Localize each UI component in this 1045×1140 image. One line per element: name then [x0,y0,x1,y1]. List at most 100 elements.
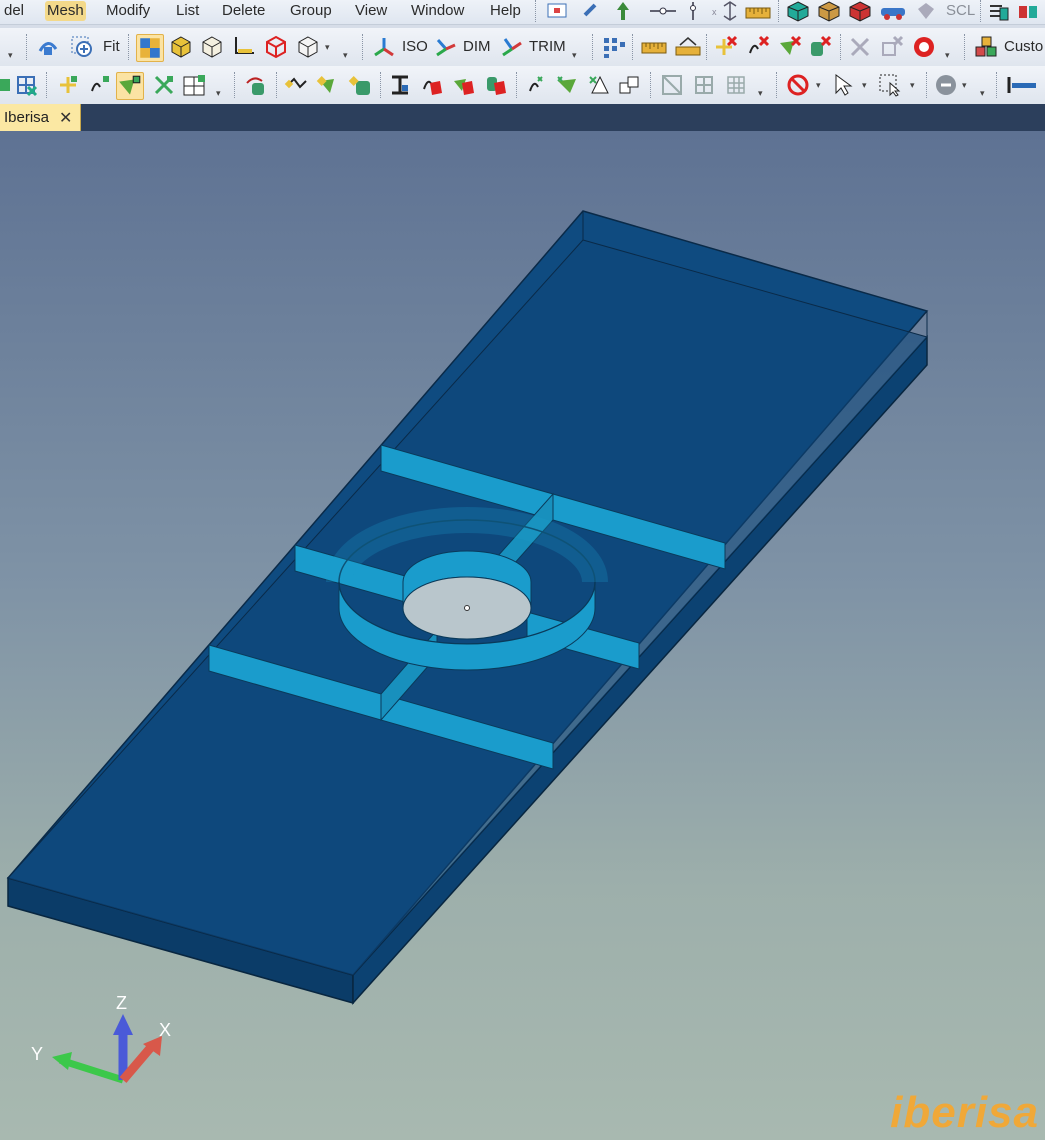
chevron-down-icon[interactable]: ▾ [758,88,768,98]
arrow-up-icon[interactable] [612,0,634,22]
cube-outline-icon[interactable] [200,35,224,59]
menu-window[interactable]: Window [409,1,466,21]
ruler-icon[interactable] [744,0,772,22]
rotate-view-icon[interactable] [36,35,60,59]
trim-label[interactable]: TRIM [529,38,566,55]
document-tab-strip: Iberisa ✕ [0,104,1045,131]
gray-solid-icon[interactable] [914,0,938,22]
chevron-down-icon[interactable]: ▾ [572,50,582,60]
menu-help[interactable]: Help [488,1,523,21]
custom-cubes-icon[interactable] [974,35,998,59]
chevron-down-icon[interactable]: ▾ [816,80,826,90]
screen-icon[interactable] [546,0,568,22]
gray-close-circle-icon[interactable] [934,73,958,97]
delete-solid-icon[interactable] [808,35,832,59]
separator [926,72,929,98]
dim-axes-icon[interactable] [434,35,458,59]
surface-active-icon[interactable] [116,72,144,100]
zoom-fit-icon[interactable] [70,35,94,59]
cylinders-icon[interactable] [1016,0,1040,22]
menu-model[interactable]: del [2,1,26,21]
curve-yellow-points-icon[interactable] [284,73,308,97]
surface-yellow-icon[interactable] [316,73,340,97]
car-icon[interactable] [878,0,908,22]
chevron-down-icon[interactable]: ▾ [962,80,972,90]
curve-red-solid-icon[interactable] [420,73,444,97]
stop-icon[interactable] [912,35,936,59]
layers-icon[interactable] [986,0,1010,22]
delete-curve-icon[interactable] [746,35,770,59]
delete-point-icon[interactable] [714,35,738,59]
dim-label[interactable]: DIM [463,38,491,55]
gray-square-icon[interactable] [660,73,684,97]
delete-surface-icon[interactable] [778,35,802,59]
chevron-down-icon[interactable]: ▾ [910,80,920,90]
extrude-solid-icon[interactable] [244,73,268,97]
select-box-icon[interactable] [878,73,902,97]
point-yellow-icon[interactable] [56,73,80,97]
separator [650,72,653,98]
separator [535,0,538,22]
surface-split-icon[interactable] [556,73,580,97]
chevron-down-icon[interactable]: ▾ [343,50,353,60]
separator [776,72,779,98]
menu-mesh[interactable]: Mesh [45,1,86,21]
grid-points-icon[interactable] [602,35,626,59]
cubes-stack-icon[interactable] [618,73,642,97]
close-icon[interactable]: ✕ [59,108,72,128]
surface-red-solid-icon[interactable] [452,73,476,97]
link-icon[interactable] [580,0,602,22]
gray-mesh-icon[interactable] [724,73,748,97]
iso-label[interactable]: ISO [402,38,428,55]
menu-delete[interactable]: Delete [220,1,267,21]
cube-color-icon[interactable] [786,0,810,22]
curve-green-icon[interactable] [88,73,112,97]
select-pointer-icon[interactable] [832,73,856,97]
grid-select-icon[interactable] [14,73,38,97]
solid-red-icon[interactable] [484,73,508,97]
cube-red-icon[interactable] [848,0,872,22]
shaded-view-icon[interactable] [136,34,164,62]
tab-label: Iberisa [4,109,50,126]
separator [632,34,635,60]
chevron-down-icon[interactable]: ▾ [945,50,955,60]
node-line-icon[interactable] [648,0,678,22]
select-no-icon[interactable] [786,73,810,97]
model-viewport[interactable]: Z Y X iberisa [0,131,1045,1140]
cube-red-wire-icon[interactable] [264,35,288,59]
custom-label[interactable]: Custo [1004,38,1043,55]
mesh-grid-icon[interactable] [182,73,208,97]
plane-icon[interactable] [232,35,256,59]
cube-shade-icon[interactable] [817,0,841,22]
tab-iberisa[interactable]: Iberisa ✕ [0,104,82,131]
curve-split-icon[interactable] [524,73,548,97]
menu-view[interactable]: View [353,1,389,21]
solid-yellow-icon[interactable] [348,73,372,97]
dimension-icon[interactable]: x [710,0,740,22]
chevron-down-icon[interactable]: ▾ [862,80,872,90]
menu-group[interactable]: Group [288,1,334,21]
node-vertical-icon[interactable] [684,0,702,22]
ruler-angle-icon[interactable] [674,35,702,59]
chevron-down-icon[interactable]: ▾ [980,88,990,98]
trim-axes-icon[interactable] [500,35,524,59]
chevron-down-icon[interactable]: ▾ [325,42,335,52]
gray-grid-icon[interactable] [692,73,716,97]
scl-label[interactable]: SCL [944,1,977,21]
menu-modify[interactable]: Modify [104,1,152,21]
delete-grid-gray-icon[interactable] [880,35,904,59]
menu-list[interactable]: List [174,1,201,21]
ruler-measure-icon[interactable] [640,35,668,59]
delete-gray-icon[interactable] [848,35,872,59]
chevron-down-icon[interactable]: ▾ [216,88,226,98]
cube-view-dropdown-icon[interactable] [296,35,320,59]
cube-yellow-icon[interactable] [169,35,193,59]
chevron-down-icon[interactable]: ▾ [8,50,18,60]
fit-label[interactable]: Fit [103,38,120,55]
intersect-green-icon[interactable] [152,73,176,97]
beam-section-icon[interactable] [388,73,412,97]
partial-green-icon[interactable] [0,73,14,97]
beam-blue-icon[interactable] [1006,73,1036,97]
solid-split-icon[interactable] [588,73,612,97]
iso-axes-icon[interactable] [372,35,396,59]
